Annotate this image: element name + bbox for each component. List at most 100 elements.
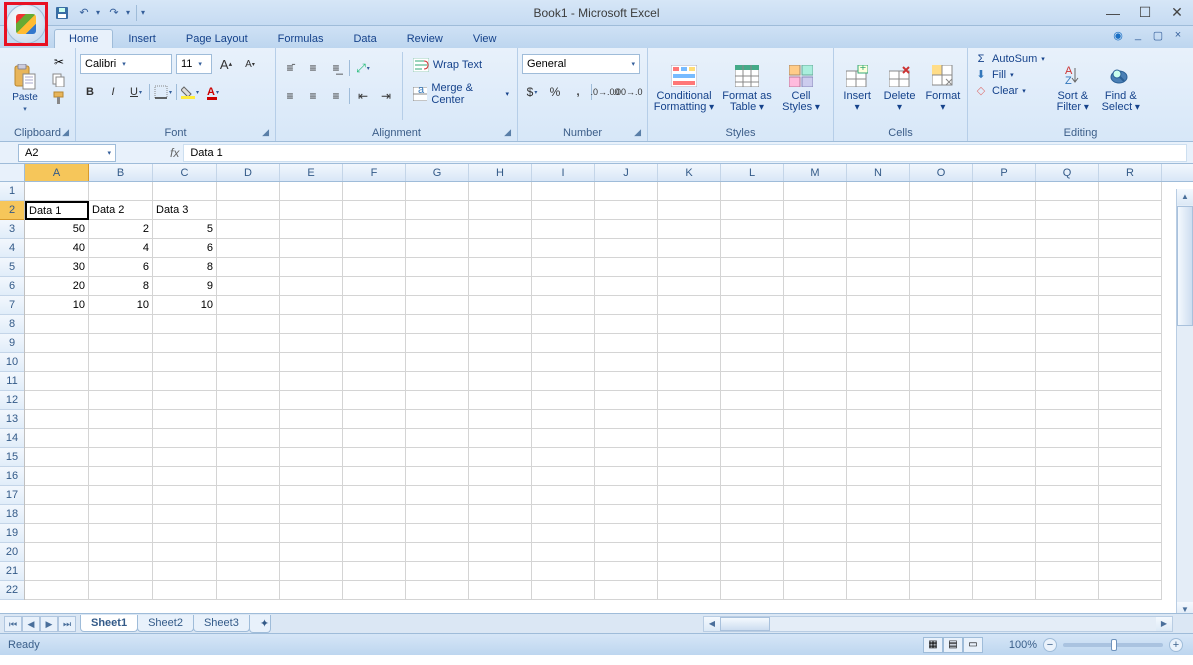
cell-J6[interactable] (595, 277, 658, 296)
cell-E19[interactable] (280, 524, 343, 543)
cell-A8[interactable] (25, 315, 89, 334)
page-break-view-button[interactable]: ▭ (963, 637, 983, 653)
cell-Q12[interactable] (1036, 391, 1099, 410)
cell-N3[interactable] (847, 220, 910, 239)
cell-N15[interactable] (847, 448, 910, 467)
vscroll-track[interactable] (1177, 326, 1193, 602)
cell-F10[interactable] (343, 353, 406, 372)
cell-R6[interactable] (1099, 277, 1162, 296)
row-header-16[interactable]: 16 (0, 467, 24, 486)
cell-D19[interactable] (217, 524, 280, 543)
cell-H11[interactable] (469, 372, 532, 391)
cell-M21[interactable] (784, 562, 847, 581)
cell-R12[interactable] (1099, 391, 1162, 410)
cell-M22[interactable] (784, 581, 847, 600)
cell-E20[interactable] (280, 543, 343, 562)
column-header-G[interactable]: G (406, 164, 469, 181)
row-header-14[interactable]: 14 (0, 429, 24, 448)
cell-J14[interactable] (595, 429, 658, 448)
cell-C22[interactable] (153, 581, 217, 600)
cell-J17[interactable] (595, 486, 658, 505)
column-header-Q[interactable]: Q (1036, 164, 1099, 181)
cell-D12[interactable] (217, 391, 280, 410)
cell-L6[interactable] (721, 277, 784, 296)
cell-B14[interactable] (89, 429, 153, 448)
cell-P22[interactable] (973, 581, 1036, 600)
row-header-21[interactable]: 21 (0, 562, 24, 581)
comma-format-button[interactable]: , (568, 82, 588, 102)
cell-I1[interactable] (532, 182, 595, 201)
cell-O14[interactable] (910, 429, 973, 448)
cell-L9[interactable] (721, 334, 784, 353)
cell-N7[interactable] (847, 296, 910, 315)
align-top-icon[interactable]: ≡̄ (280, 58, 300, 78)
cell-C20[interactable] (153, 543, 217, 562)
cell-C19[interactable] (153, 524, 217, 543)
cell-G9[interactable] (406, 334, 469, 353)
column-header-J[interactable]: J (595, 164, 658, 181)
cell-K13[interactable] (658, 410, 721, 429)
column-header-F[interactable]: F (343, 164, 406, 181)
row-header-12[interactable]: 12 (0, 391, 24, 410)
cell-N18[interactable] (847, 505, 910, 524)
cell-H5[interactable] (469, 258, 532, 277)
cell-O11[interactable] (910, 372, 973, 391)
cell-P6[interactable] (973, 277, 1036, 296)
increase-indent-icon[interactable]: ⇥ (376, 86, 396, 106)
cell-J11[interactable] (595, 372, 658, 391)
cell-P10[interactable] (973, 353, 1036, 372)
fx-icon[interactable]: fx (170, 146, 179, 160)
cell-Q19[interactable] (1036, 524, 1099, 543)
cell-O17[interactable] (910, 486, 973, 505)
row-header-11[interactable]: 11 (0, 372, 24, 391)
mdi-minimize-icon[interactable]: _ (1131, 29, 1145, 42)
cell-D10[interactable] (217, 353, 280, 372)
cell-Q14[interactable] (1036, 429, 1099, 448)
cell-L17[interactable] (721, 486, 784, 505)
cell-L11[interactable] (721, 372, 784, 391)
tab-formulas[interactable]: Formulas (263, 29, 339, 48)
cell-Q22[interactable] (1036, 581, 1099, 600)
zoom-out-button[interactable]: − (1043, 638, 1057, 652)
cell-A20[interactable] (25, 543, 89, 562)
cell-R16[interactable] (1099, 467, 1162, 486)
cell-O10[interactable] (910, 353, 973, 372)
cell-I15[interactable] (532, 448, 595, 467)
clear-button[interactable]: ◇Clear ▾ (972, 83, 1047, 98)
cell-K21[interactable] (658, 562, 721, 581)
row-header-22[interactable]: 22 (0, 581, 24, 600)
row-header-5[interactable]: 5 (0, 258, 24, 277)
cell-H18[interactable] (469, 505, 532, 524)
cell-I20[interactable] (532, 543, 595, 562)
cell-P12[interactable] (973, 391, 1036, 410)
cell-O1[interactable] (910, 182, 973, 201)
cell-G5[interactable] (406, 258, 469, 277)
column-header-B[interactable]: B (89, 164, 153, 181)
cell-M4[interactable] (784, 239, 847, 258)
cell-C12[interactable] (153, 391, 217, 410)
align-middle-icon[interactable]: ≡ (303, 58, 323, 78)
undo-dropdown[interactable]: ▾ (96, 8, 100, 17)
cell-K9[interactable] (658, 334, 721, 353)
cell-G7[interactable] (406, 296, 469, 315)
row-header-4[interactable]: 4 (0, 239, 24, 258)
cell-L14[interactable] (721, 429, 784, 448)
row-header-10[interactable]: 10 (0, 353, 24, 372)
cell-H20[interactable] (469, 543, 532, 562)
cell-N10[interactable] (847, 353, 910, 372)
sheet-tab-sheet1[interactable]: Sheet1 (80, 615, 138, 632)
cell-R19[interactable] (1099, 524, 1162, 543)
cell-E21[interactable] (280, 562, 343, 581)
cell-R13[interactable] (1099, 410, 1162, 429)
cell-R2[interactable] (1099, 201, 1162, 220)
cell-G1[interactable] (406, 182, 469, 201)
cell-F20[interactable] (343, 543, 406, 562)
cell-P8[interactable] (973, 315, 1036, 334)
cell-G2[interactable] (406, 201, 469, 220)
cell-Q3[interactable] (1036, 220, 1099, 239)
cell-H13[interactable] (469, 410, 532, 429)
cell-O21[interactable] (910, 562, 973, 581)
cell-Q6[interactable] (1036, 277, 1099, 296)
cell-D17[interactable] (217, 486, 280, 505)
cell-E1[interactable] (280, 182, 343, 201)
